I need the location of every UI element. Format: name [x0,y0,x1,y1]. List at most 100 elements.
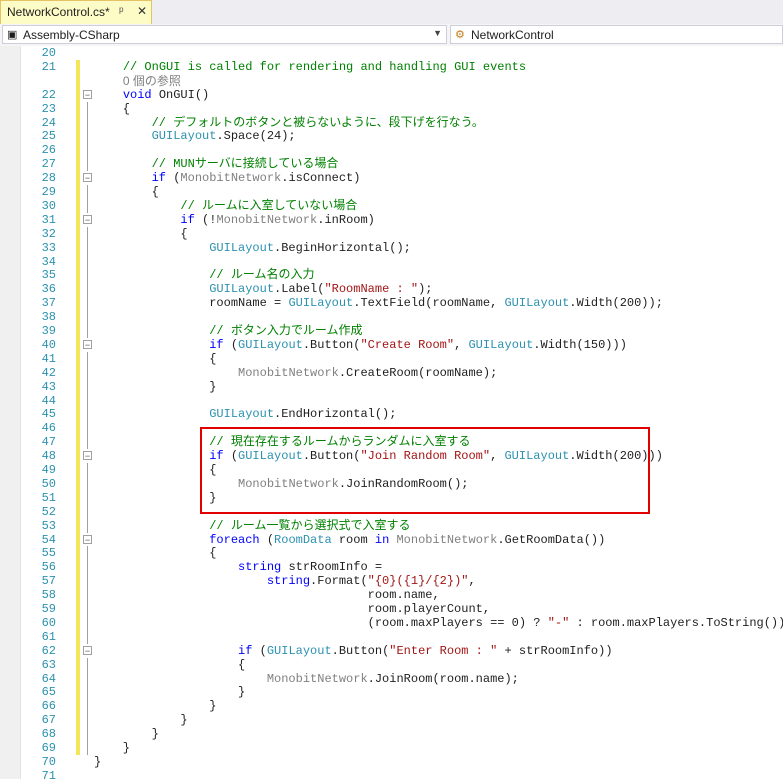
line-number: 37 [41,296,56,311]
code-text: } [94,741,131,755]
code-line: 57 string.Format("{0}({1}/{2})", [0,574,783,589]
line-number: 66 [41,699,56,714]
line-number: 29 [41,185,56,199]
outline-line [87,602,88,616]
line-number: 60 [41,615,56,630]
change-marker [76,476,80,491]
outline-line [87,546,88,561]
line-number: 24 [41,115,56,130]
change-marker [76,449,80,464]
code-text: { [94,657,246,672]
code-text: GUILayout.EndHorizontal(); [209,407,397,422]
change-marker [76,393,80,408]
close-icon[interactable]: ✕ [137,4,147,18]
outline-line [87,671,88,686]
line-number: 40 [41,337,56,352]
code-text: if (GUILayout.Button("Create Room", GUIL… [209,337,627,352]
line-number: 38 [41,310,56,325]
outline-line [87,629,88,644]
code-line: 20 [0,46,783,60]
code-line: 31 − if (!MonobitNetwork.inRoom) [0,212,783,227]
code-line: 71 [0,769,783,783]
chevron-down-icon: ▼ [433,28,442,38]
outline-line [87,407,88,422]
code-text: { [94,185,159,199]
tab-networkcontrol[interactable]: NetworkControl.cs* ᵖ ✕ [0,0,152,24]
line-number: 21 [41,59,56,74]
outline-line [87,157,88,172]
class-dropdown[interactable]: ⚙ NetworkControl [450,25,783,44]
code-text: GUILayout.BeginHorizontal(); [209,240,411,255]
change-marker [76,741,80,755]
code-text: } [94,685,246,700]
change-marker [76,310,80,325]
collapse-icon[interactable]: − [83,339,92,349]
collapse-icon[interactable]: − [83,534,92,544]
code-text: room.playerCount, [94,602,491,616]
line-number: 30 [41,198,56,213]
change-marker [76,671,80,686]
code-text: string.Format("{0}({1}/{2})", [266,574,476,589]
change-marker [76,685,80,700]
code-text: { [94,463,217,477]
line-number: 43 [41,379,56,394]
line-number: 71 [41,768,56,783]
line-number: 59 [41,602,56,616]
change-marker [76,212,80,227]
collapse-icon[interactable]: − [83,89,92,99]
outline-line [87,713,88,728]
code-line: 32 { [0,226,783,241]
collapse-icon[interactable]: − [83,645,92,655]
line-number: 70 [41,754,56,769]
code-line: 24 // デフォルトのボタンと被らないように、段下げを行なう。 [0,115,783,130]
outline-line [87,240,88,255]
code-text: foreach (RoomData room in MonobitNetwork… [209,532,606,547]
code-line: 58 room.name, [0,588,783,603]
change-marker [76,699,80,714]
code-text: GUILayout.Label("RoomName : "); [209,282,433,297]
line-number: 26 [41,143,56,158]
code-line: 70} [0,755,783,769]
line-number: 61 [41,629,56,644]
code-line: 44 [0,393,783,408]
line-number: 55 [41,546,56,561]
code-text: // ルーム名の入力 [209,268,315,283]
change-marker [76,629,80,644]
line-number: 58 [41,588,56,603]
change-marker [76,324,80,338]
outline-line [87,379,88,394]
outline-line [87,588,88,603]
change-marker [76,532,80,547]
change-marker [76,463,80,477]
change-marker [76,101,80,116]
code-text: room.name, [94,588,440,603]
change-marker [76,282,80,297]
change-marker [76,337,80,352]
change-marker [76,73,80,88]
collapse-icon[interactable]: − [83,451,92,461]
outline-line [87,324,88,338]
outline-line [87,310,88,325]
line-number: 57 [41,574,56,589]
change-marker [76,365,80,380]
code-text: } [94,490,217,505]
outline-line [87,268,88,283]
code-line: 66 } [0,699,783,714]
change-marker [76,143,80,158]
code-editor[interactable]: 20 21 // OnGUI is called for rendering an… [0,46,783,783]
collapse-icon[interactable]: − [83,214,92,224]
code-line: 55 { [0,546,783,561]
highlight-box [200,427,650,514]
change-marker [76,727,80,742]
outline-line [87,560,88,575]
code-line: 35 // ルーム名の入力 [0,268,783,283]
code-line: 40 − if (GUILayout.Button("Create Room", … [0,337,783,352]
change-marker [76,615,80,630]
navigation-bar: ▣ Assembly-CSharp ▼ ⚙ NetworkControl [0,24,783,47]
pin-icon[interactable]: ᵖ [119,4,124,18]
code-text: roomName = GUILayout.TextField(roomName,… [94,296,663,311]
project-dropdown[interactable]: ▣ Assembly-CSharp ▼ [2,25,447,44]
code-line: 39 // ボタン入力でルーム作成 [0,324,783,338]
change-marker [76,588,80,603]
collapse-icon[interactable]: − [83,173,92,183]
